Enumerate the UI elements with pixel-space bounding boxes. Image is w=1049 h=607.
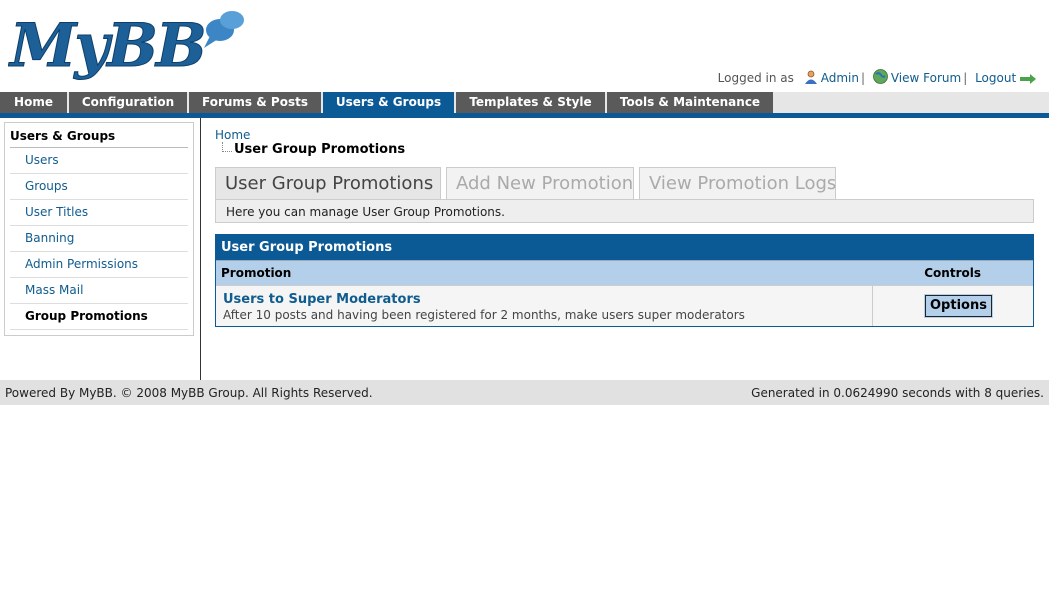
sidebar-item-mass-mail[interactable]: Mass Mail — [10, 278, 188, 304]
tab-tools-maintenance[interactable]: Tools & Maintenance — [607, 92, 775, 113]
breadcrumb-home[interactable]: Home — [215, 128, 250, 142]
page-description: Here you can manage User Group Promotion… — [215, 199, 1034, 223]
table-header-row: Promotion Controls — [216, 260, 1033, 285]
tab-users-groups[interactable]: Users & Groups — [323, 92, 456, 113]
tab-templates-style[interactable]: Templates & Style — [456, 92, 607, 113]
promotion-description: After 10 posts and having been registere… — [223, 308, 745, 322]
table-row: Users to Super Moderators After 10 posts… — [216, 285, 1033, 326]
view-forum-link[interactable]: View Forum — [891, 71, 961, 85]
main-nav: Home Configuration Forums & Posts Users … — [0, 92, 1049, 118]
header: MyBB Logged in as Admin | View Forum | Log… — [0, 0, 1049, 92]
tab-forums-posts[interactable]: Forums & Posts — [189, 92, 323, 113]
promotion-name-link[interactable]: Users to Super Moderators — [223, 292, 421, 307]
sidebar-item-groups[interactable]: Groups — [10, 174, 188, 200]
tab-configuration[interactable]: Configuration — [69, 92, 189, 113]
promotions-table: User Group Promotions Promotion Controls… — [215, 234, 1034, 327]
footer: Powered By MyBB. © 2008 MyBB Group. All … — [0, 380, 1049, 405]
breadcrumb: Home User Group Promotions — [215, 128, 405, 157]
separator: | — [963, 71, 968, 85]
logged-in-label: Logged in as — [717, 71, 794, 85]
column-header-promotion: Promotion — [221, 266, 292, 280]
sidebar-item-group-promotions[interactable]: Group Promotions — [10, 304, 188, 330]
tab-home[interactable]: Home — [0, 92, 69, 113]
welcome-bar: Logged in as Admin | View Forum | Logout — [718, 69, 1039, 87]
table-title: User Group Promotions — [216, 235, 1033, 260]
mybb-logo[interactable]: MyBB — [8, 8, 248, 80]
column-header-controls: Controls — [924, 266, 981, 280]
globe-icon — [872, 69, 888, 87]
user-link[interactable]: Admin — [821, 71, 859, 85]
footer-generation-stats: Generated in 0.0624990 seconds with 8 qu… — [751, 386, 1044, 400]
sidebar-item-user-titles[interactable]: User Titles — [10, 200, 188, 226]
svg-text:MyBB: MyBB — [8, 11, 205, 80]
page-title: User Group Promotions — [234, 142, 406, 157]
tab-add-new-promotion[interactable]: Add New Promotion — [446, 167, 634, 199]
page-tabs: User Group Promotions Add New Promotion … — [215, 167, 1035, 200]
separator: | — [860, 71, 866, 85]
logout-arrow-icon — [1020, 73, 1036, 87]
sidebar: Users & Groups Users Groups User Titles … — [0, 118, 201, 380]
logout-link[interactable]: Logout — [975, 71, 1016, 85]
sidebar-item-banning[interactable]: Banning — [10, 226, 188, 252]
controls-cell: Options — [872, 286, 1034, 326]
footer-copyright: Powered By MyBB. © 2008 MyBB Group. All … — [5, 386, 373, 400]
tab-view-promotion-logs[interactable]: View Promotion Logs — [639, 167, 836, 199]
sidebar-item-admin-permissions[interactable]: Admin Permissions — [10, 252, 188, 278]
tab-user-group-promotions[interactable]: User Group Promotions — [215, 167, 441, 200]
sidebar-item-users[interactable]: Users — [10, 148, 188, 174]
options-button[interactable]: Options — [924, 294, 993, 318]
user-icon — [804, 70, 818, 87]
sidebar-menu: Users & Groups Users Groups User Titles … — [4, 122, 194, 336]
sidebar-title: Users & Groups — [10, 127, 188, 148]
